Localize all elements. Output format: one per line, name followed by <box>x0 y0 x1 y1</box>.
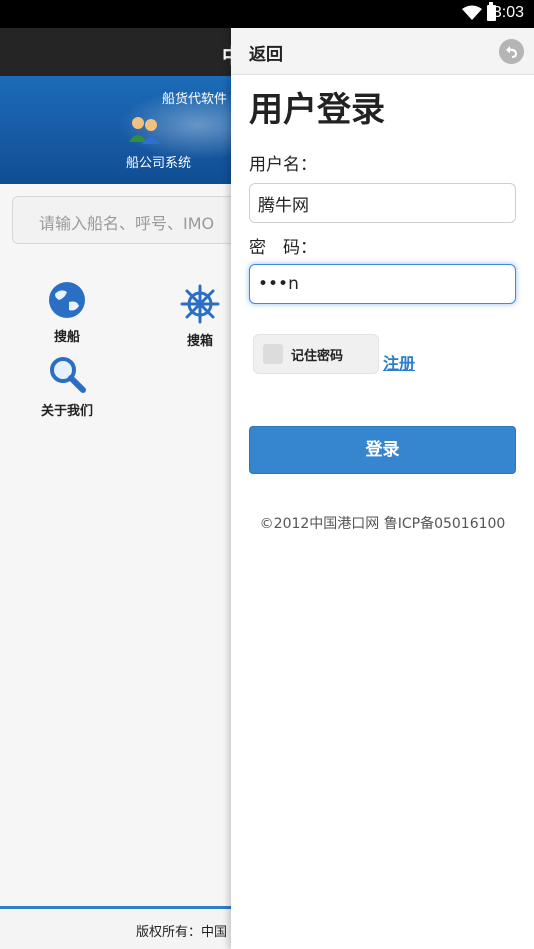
remember-checkbox[interactable] <box>263 344 283 364</box>
username-label: 用户名： <box>249 155 317 175</box>
search-placeholder: 请输入船名、呼号、IMO <box>39 214 215 233</box>
banner-tagline: 船货代软件 <box>162 92 228 107</box>
remember-password-toggle[interactable]: 记住密码 <box>253 334 379 374</box>
status-bar: 3:03 <box>0 0 534 28</box>
back-button[interactable]: 返回 <box>249 40 283 65</box>
menu-item-label: 关于我们 <box>40 404 93 419</box>
back-arrow-icon[interactable] <box>499 39 524 64</box>
menu-item-about-us[interactable]: 关于我们 <box>27 354 107 419</box>
menu-item-search-container[interactable]: 搜箱 <box>160 284 240 349</box>
status-time: 3:03 <box>492 4 524 21</box>
login-button[interactable]: 登录 <box>249 426 516 474</box>
menu-item-label: 搜箱 <box>186 334 213 349</box>
ship-search-input[interactable]: 请输入船名、呼号、IMO <box>12 196 252 244</box>
menu-item-label: 搜船 <box>53 330 80 345</box>
banner-system-label: 船公司系统 <box>126 156 192 171</box>
copyright-text: ©2012中国港口网 鲁ICP备05016100 <box>259 516 506 532</box>
register-link[interactable]: 注册 <box>383 350 415 374</box>
login-drawer: 返回 用户登录 用户名： 密 码： 记住密码 注册 登录 ©2012中国港口网 … <box>231 28 534 949</box>
password-field[interactable] <box>249 264 516 304</box>
ship-wheel-icon <box>180 284 220 324</box>
wifi-icon <box>462 5 482 20</box>
globe-icon <box>49 282 85 318</box>
menu-item-search-ship[interactable]: 搜船 <box>27 280 107 345</box>
drawer-header: 返回 <box>231 28 534 75</box>
footer-copyright: 版权所有：中国 <box>136 925 228 940</box>
remember-label: 记住密码 <box>291 349 344 364</box>
magnifier-icon <box>50 357 86 393</box>
users-icon <box>129 117 160 144</box>
page-title: 用户登录 <box>249 90 385 130</box>
password-label: 密 码： <box>249 238 317 258</box>
username-field[interactable] <box>249 183 516 223</box>
